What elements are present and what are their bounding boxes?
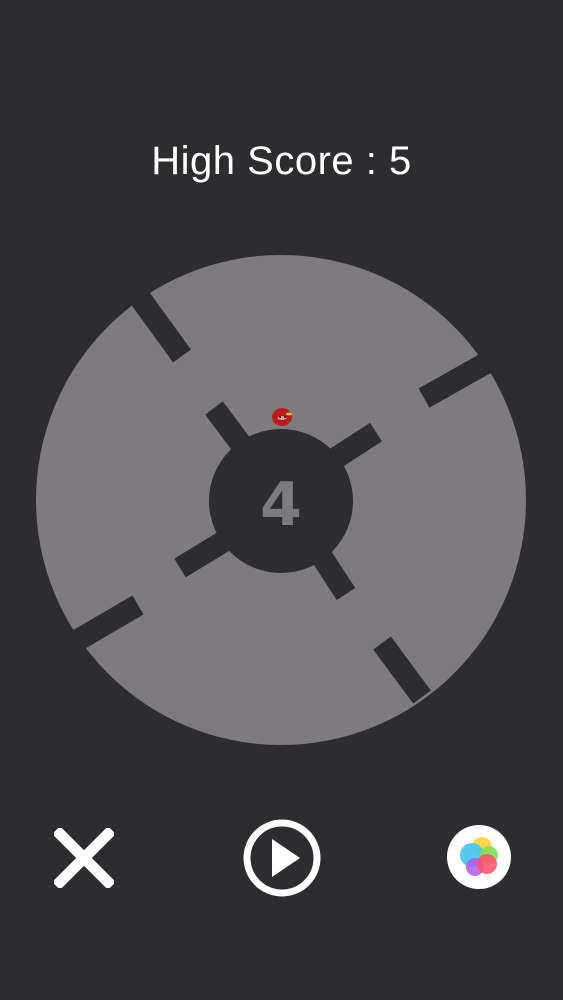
play-button[interactable] (241, 817, 323, 899)
current-score: 4 (260, 470, 302, 540)
game-center-button[interactable] (446, 824, 512, 890)
play-circle-icon (243, 819, 321, 897)
close-icon (54, 828, 114, 888)
game-center-icon (447, 825, 511, 889)
game-screen: High Score : 5 4 (0, 0, 563, 1000)
player-ball (272, 408, 292, 426)
close-button[interactable] (50, 824, 118, 892)
